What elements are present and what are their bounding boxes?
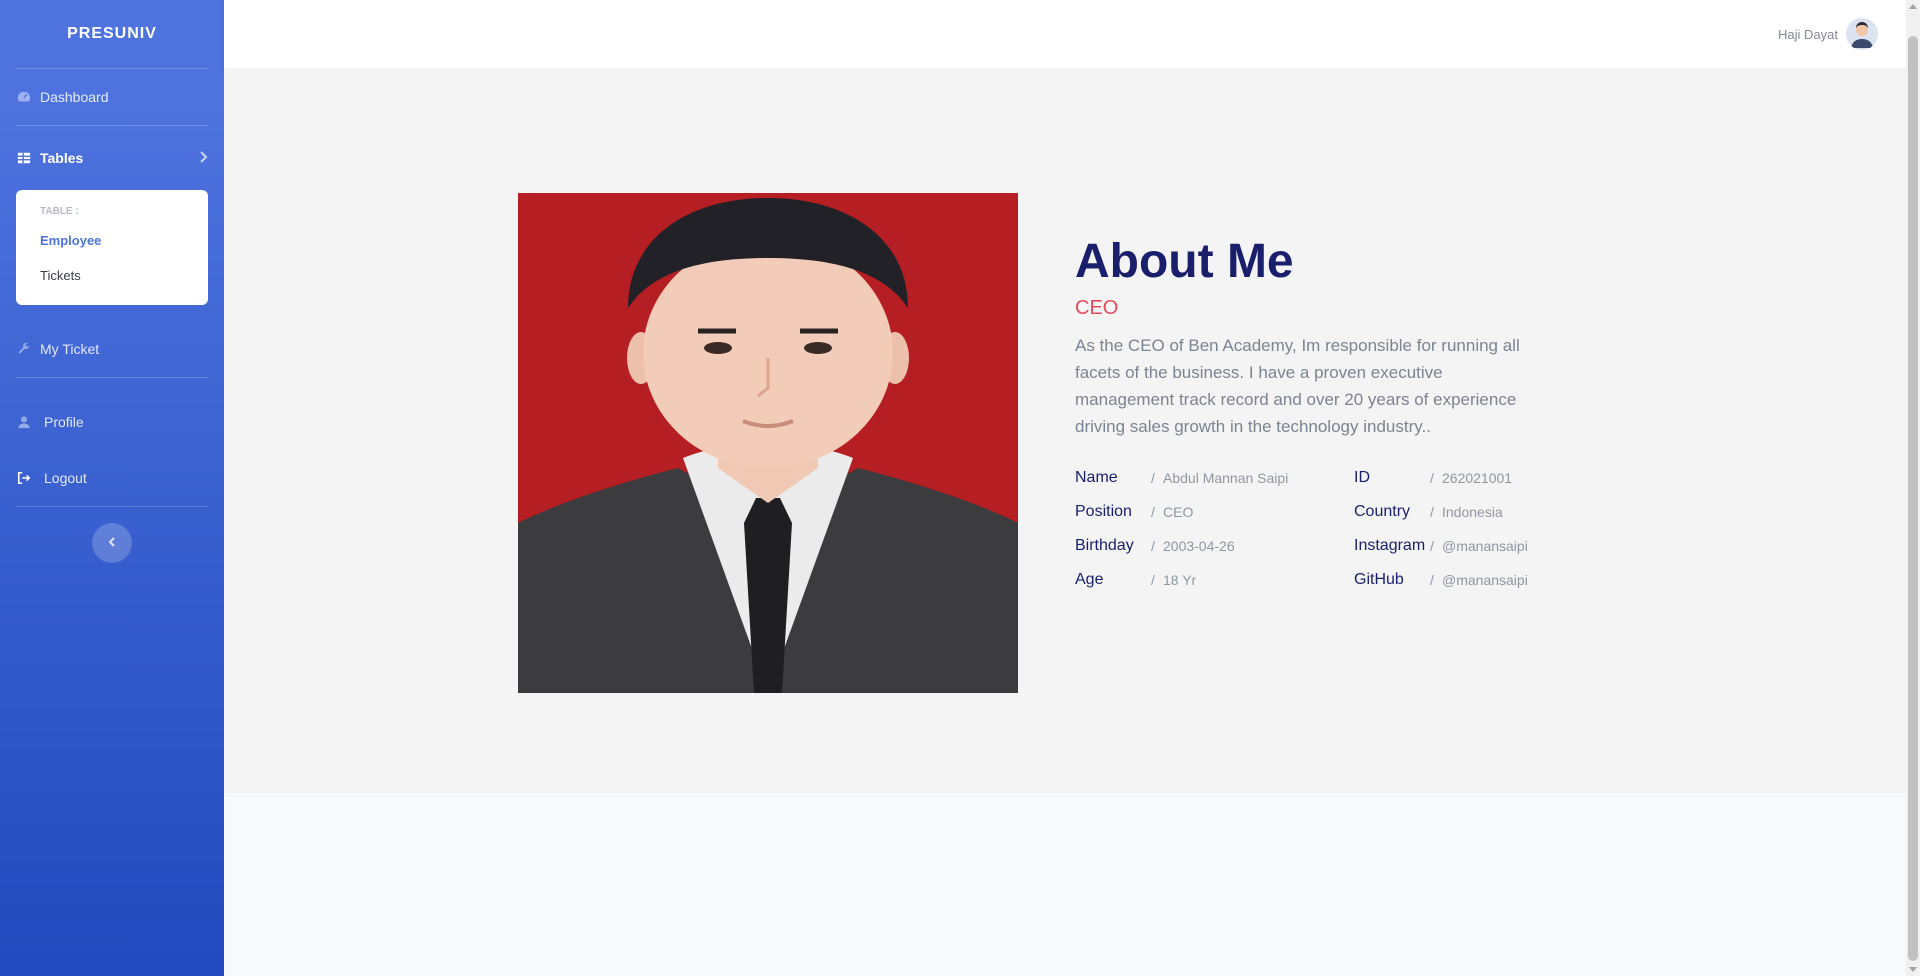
about-description: As the CEO of Ben Academy, Im responsibl… — [1075, 335, 1520, 436]
sidebar: PRESUNIV Dashboard Tables TABLE : Employ… — [0, 0, 224, 976]
about-section: About Me CEO As the CEO of Ben Academy, … — [224, 68, 1906, 793]
submenu-item-employee[interactable]: Employee — [16, 223, 208, 258]
wrench-icon — [16, 341, 32, 357]
info-label: Name — [1075, 468, 1118, 486]
info-row-country: Country / Indonesia — [1354, 500, 1554, 524]
user-name[interactable]: Haji Dayat — [1778, 27, 1838, 42]
scroll-up-arrow-icon[interactable] — [1909, 4, 1917, 9]
sidebar-toggle-button[interactable] — [92, 523, 132, 563]
about-title: About Me — [1075, 235, 1294, 288]
chevron-left-icon — [108, 534, 116, 552]
info-value: CEO — [1163, 503, 1194, 520]
avatar[interactable] — [1846, 18, 1878, 50]
info-separator: / — [1151, 469, 1155, 486]
about-role: CEO — [1075, 296, 1119, 319]
tables-submenu: TABLE : Employee Tickets — [16, 190, 208, 305]
info-separator: / — [1430, 537, 1434, 554]
info-label: Position — [1075, 502, 1132, 520]
info-row-instagram: Instagram / @manansaipi — [1354, 534, 1554, 558]
info-row-name: Name / Abdul Mannan Saipi — [1075, 466, 1354, 490]
topbar: Haji Dayat — [224, 0, 1906, 68]
info-value: 18 Yr — [1163, 571, 1197, 588]
info-separator: / — [1430, 469, 1434, 486]
info-label: Age — [1075, 570, 1104, 588]
scrollbar[interactable] — [1906, 0, 1920, 976]
profile-photo — [518, 193, 1018, 693]
sidebar-divider — [16, 506, 208, 507]
info-value[interactable]: @manansaipi — [1442, 538, 1528, 554]
info-label: Birthday — [1075, 536, 1134, 554]
info-value: 262021001 — [1442, 469, 1513, 486]
sign-out-icon — [16, 470, 32, 486]
info-row-github: GitHub / @manansaipi — [1354, 568, 1554, 592]
info-separator: / — [1151, 571, 1155, 588]
sidebar-item-label: Dashboard — [40, 89, 109, 105]
brand-logo[interactable]: PRESUNIV — [0, 0, 224, 68]
info-value: 2003-04-26 — [1163, 537, 1235, 554]
info-separator: / — [1151, 537, 1155, 554]
info-label: GitHub — [1354, 570, 1404, 588]
info-value: Abdul Mannan Saipi — [1163, 469, 1289, 486]
info-value[interactable]: @manansaipi — [1442, 572, 1528, 588]
sidebar-item-profile[interactable]: Profile — [0, 378, 224, 466]
sidebar-item-label: My Ticket — [40, 341, 100, 357]
about-text: About Me CEO As the CEO of Ben Academy, … — [1075, 235, 1555, 592]
info-label: ID — [1354, 468, 1370, 486]
info-row-position: Position / CEO — [1075, 500, 1354, 524]
sidebar-item-tables[interactable]: Tables — [0, 126, 224, 190]
info-row-id: ID / 262021001 — [1354, 466, 1554, 490]
table-icon — [16, 150, 32, 166]
info-row-age: Age / 18 Yr — [1075, 568, 1354, 592]
sidebar-item-label: Tables — [40, 150, 84, 166]
info-separator: / — [1430, 503, 1434, 520]
sidebar-item-label: Profile — [44, 414, 84, 430]
chevron-right-icon — [198, 150, 208, 166]
submenu-header: TABLE : — [40, 206, 79, 217]
info-row-birthday: Birthday / 2003-04-26 — [1075, 534, 1354, 558]
info-separator: / — [1430, 571, 1434, 588]
sidebar-item-my-ticket[interactable]: My Ticket — [0, 321, 224, 377]
sidebar-item-label: Logout — [44, 470, 87, 486]
info-label: Country — [1354, 502, 1411, 520]
info-separator: / — [1151, 503, 1155, 520]
scroll-down-arrow-icon[interactable] — [1909, 967, 1917, 972]
scrollbar-thumb[interactable] — [1908, 36, 1918, 961]
tachometer-icon — [16, 89, 32, 105]
sidebar-item-dashboard[interactable]: Dashboard — [0, 69, 224, 125]
submenu-item-tickets[interactable]: Tickets — [16, 258, 208, 293]
info-value: Indonesia — [1442, 503, 1503, 520]
info-grid: Name / Abdul Mannan Saipi ID / 262021001… — [1075, 466, 1555, 592]
user-icon — [16, 414, 32, 430]
sidebar-item-logout[interactable]: Logout — [0, 466, 224, 490]
info-label: Instagram — [1354, 536, 1426, 554]
